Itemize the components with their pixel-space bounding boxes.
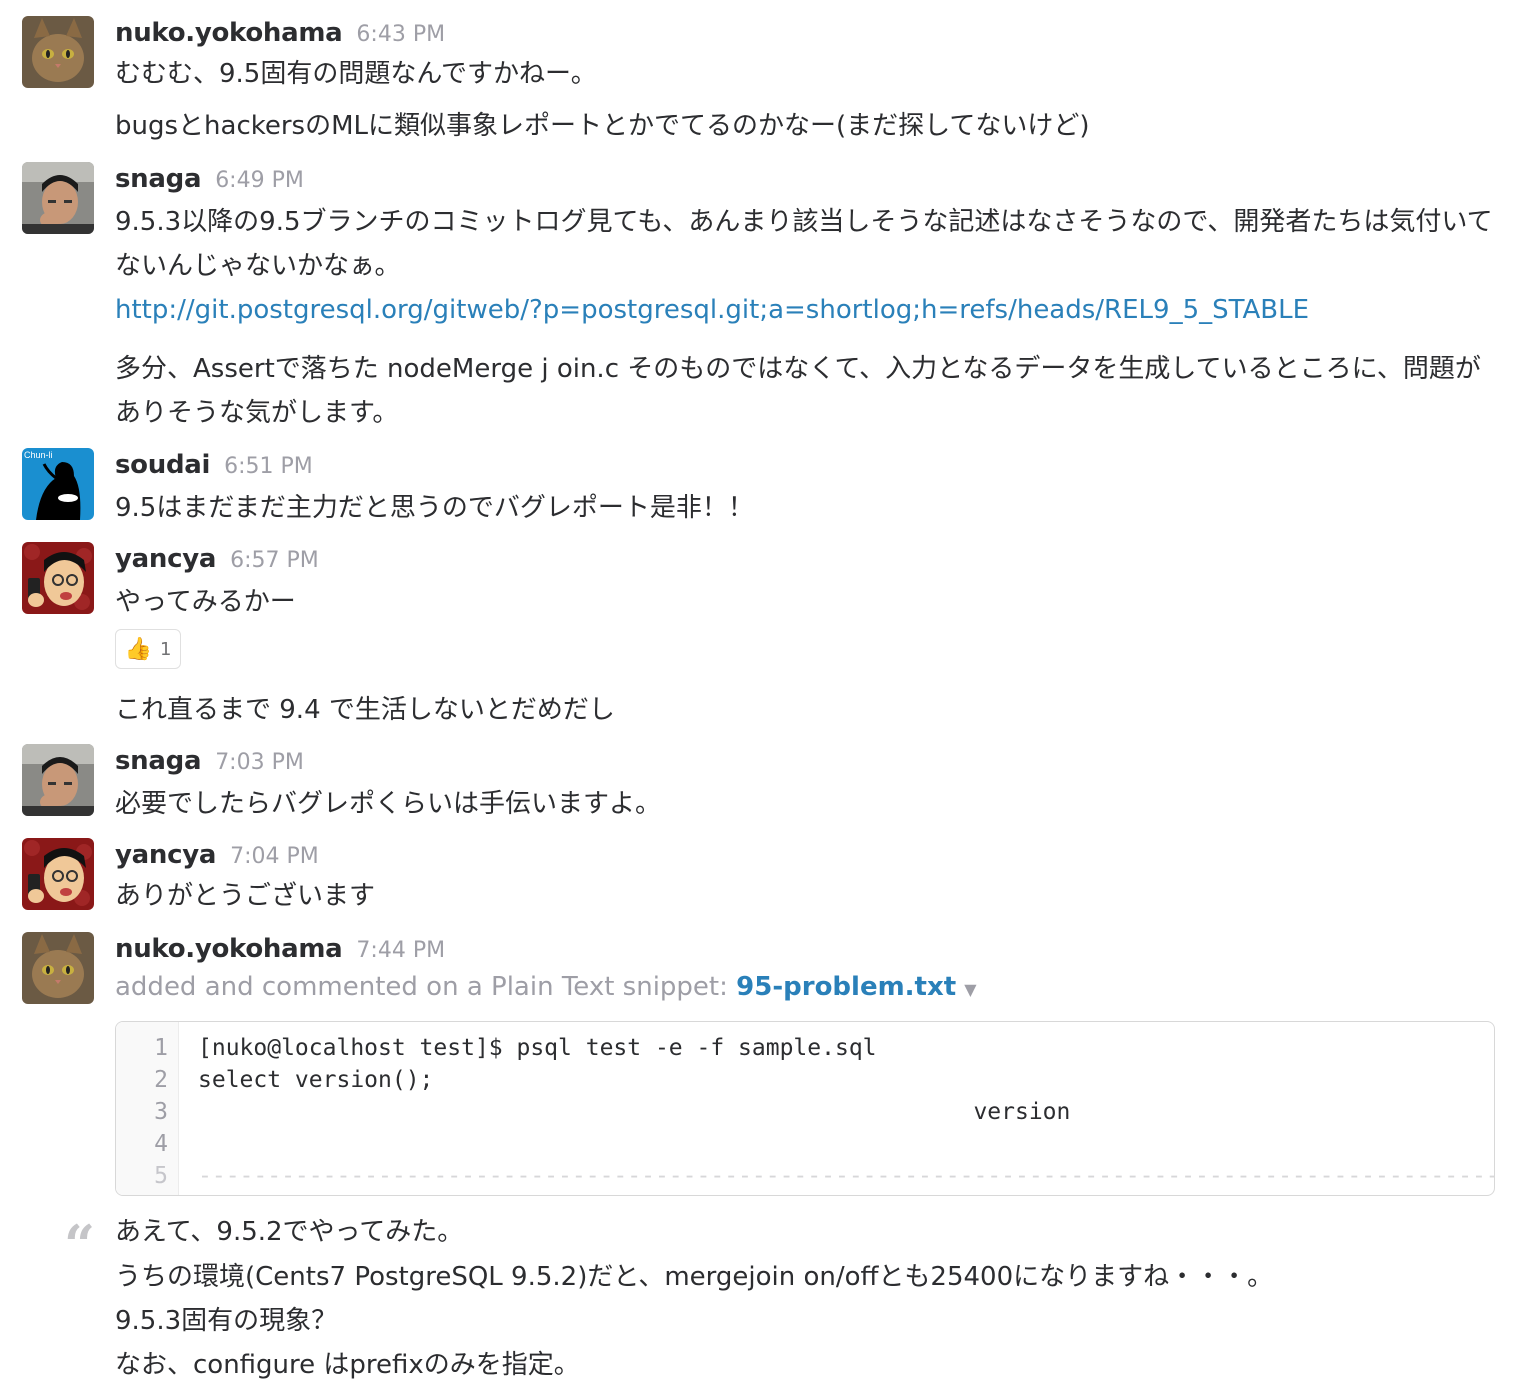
reaction-count: 1 xyxy=(159,638,172,660)
avatar[interactable] xyxy=(22,16,94,88)
timestamp[interactable]: 7:04 PM xyxy=(230,844,319,869)
avatar[interactable] xyxy=(22,744,94,816)
avatar[interactable] xyxy=(22,162,94,234)
code-line: 5 ---------------------------------------… xyxy=(116,1160,1494,1192)
code-line: 4 xyxy=(116,1128,1494,1160)
avatar[interactable] xyxy=(22,932,94,1004)
reaction-thumbs-up[interactable]: 👍 1 xyxy=(115,629,181,669)
code-line: 2 select version(); xyxy=(116,1064,1494,1096)
message-text: ありがとうございます xyxy=(115,881,376,911)
message-author[interactable]: snaga 7:03 PM xyxy=(115,746,304,776)
message-author[interactable]: nuko.yokohama 6:43 PM xyxy=(115,18,445,48)
timestamp[interactable]: 7:03 PM xyxy=(215,750,304,775)
chevron-down-icon[interactable]: ▼ xyxy=(964,980,976,999)
avatar[interactable] xyxy=(22,838,94,910)
thumbs-up-icon: 👍 xyxy=(124,636,152,662)
message-text: 9.5はまだまだ主力だと思うのでバグレポート是非！！ xyxy=(115,493,754,523)
code-line: 3 version xyxy=(116,1096,1494,1128)
avatar[interactable] xyxy=(22,542,94,614)
code-line: 1 [nuko@localhost test]$ psql test -e -f … xyxy=(116,1032,1494,1064)
message-text: 9.5.3以降の9.5ブランチのコミットログ見ても、あんまり該当しそうな記述はな… xyxy=(115,207,1493,281)
line-number: 2 xyxy=(154,1067,168,1093)
timestamp[interactable]: 6:57 PM xyxy=(230,548,319,573)
code-snippet[interactable]: 1 [nuko@localhost test]$ psql test -e -f … xyxy=(115,1021,1495,1196)
message-text: bugsとhackersのMLに類似事象レポートとかでてるのかなー(まだ探してな… xyxy=(115,111,1090,141)
avatar[interactable]: Chun-li xyxy=(22,448,94,520)
code-text: version xyxy=(198,1099,1071,1125)
timestamp[interactable]: 7:44 PM xyxy=(356,938,445,963)
message-author[interactable]: yancya 6:57 PM xyxy=(115,544,319,574)
message-text: 多分、Assertで落ちた nodeMerge j oin.c そのものではなく… xyxy=(115,354,1481,428)
comment-text: なお、configure はprefixのみを指定。 xyxy=(115,1350,580,1380)
timestamp[interactable]: 6:49 PM xyxy=(215,168,304,193)
avatar-label: Chun-li xyxy=(24,450,53,460)
message-text: むむむ、9.5固有の問題なんですかねー。 xyxy=(115,59,597,89)
url-link[interactable]: http://git.postgresql.org/gitweb/?p=post… xyxy=(115,295,1309,325)
line-number: 1 xyxy=(154,1035,168,1061)
line-number: 3 xyxy=(154,1099,168,1125)
message-text: これ直るまで 9.4 で生活しないとだめだし xyxy=(115,695,615,725)
timestamp[interactable]: 6:51 PM xyxy=(224,454,313,479)
code-text: [nuko@localhost test]$ psql test -e -f s… xyxy=(198,1035,877,1061)
message-link[interactable]: http://git.postgresql.org/gitweb/?p=post… xyxy=(115,288,1498,332)
line-number: 5 xyxy=(154,1163,168,1189)
comment-text: うちの環境(Cents7 PostgreSQL 9.5.2)だと、mergejo… xyxy=(115,1262,1274,1292)
message-author[interactable]: yancya 7:04 PM xyxy=(115,840,319,870)
message-text: やってみるかー xyxy=(115,587,296,617)
line-number: 4 xyxy=(154,1131,168,1157)
comment-text: 9.5.3固有の現象？ xyxy=(115,1306,338,1336)
quote-icon: “ xyxy=(64,1213,96,1277)
timestamp[interactable]: 6:43 PM xyxy=(356,22,445,47)
code-text: select version(); xyxy=(198,1067,434,1093)
message-text: 必要でしたらバグレポくらいは手伝いますよ。 xyxy=(115,789,662,819)
comment-text: あえて、9.5.2でやってみた。 xyxy=(115,1217,464,1247)
message-author[interactable]: nuko.yokohama 7:44 PM xyxy=(115,934,445,964)
snippet-meta: added and commented on a Plain Text snip… xyxy=(115,972,977,1002)
message-author[interactable]: snaga 6:49 PM xyxy=(115,164,304,194)
message-author[interactable]: soudai 6:51 PM xyxy=(115,450,313,480)
code-text: ----------------------------------------… xyxy=(198,1163,1494,1189)
snippet-filename-link[interactable]: 95-problem.txt xyxy=(736,972,956,1002)
